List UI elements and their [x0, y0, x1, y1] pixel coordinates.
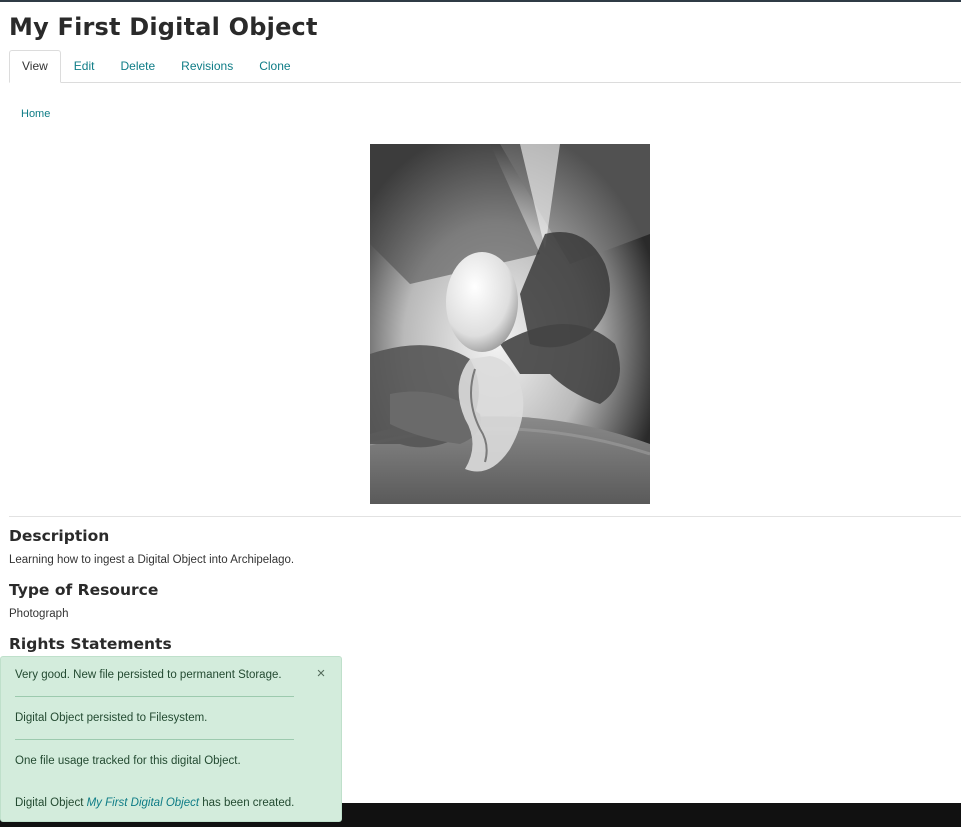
- message-divider: [15, 696, 294, 697]
- created-prefix: Digital Object: [15, 797, 84, 809]
- page-title: My First Digital Object: [9, 13, 318, 41]
- tab-clone[interactable]: Clone: [246, 59, 303, 82]
- photograph-illustration: [370, 144, 650, 504]
- description-label: Description: [9, 527, 110, 545]
- tab-delete[interactable]: Delete: [107, 59, 168, 82]
- status-messages: × Very good. New file persisted to perma…: [0, 656, 342, 822]
- close-icon[interactable]: ×: [314, 666, 328, 681]
- type-of-resource-label: Type of Resource: [9, 581, 159, 599]
- created-suffix: has been created.: [202, 797, 295, 809]
- digital-object-image: [370, 144, 650, 504]
- section-divider: [9, 516, 961, 517]
- description-value: Learning how to ingest a Digital Object …: [9, 554, 295, 566]
- tab-edit[interactable]: Edit: [61, 59, 108, 82]
- message-divider: [15, 739, 294, 740]
- breadcrumb-home[interactable]: Home: [21, 108, 50, 120]
- created-object-link[interactable]: My First Digital Object: [87, 797, 199, 809]
- status-message: Digital Object persisted to Filesystem.: [15, 712, 208, 724]
- status-message: Very good. New file persisted to permane…: [15, 669, 282, 681]
- type-of-resource-value: Photograph: [9, 608, 69, 620]
- tab-view[interactable]: View: [9, 50, 61, 83]
- status-message-created: Digital Object My First Digital Object h…: [15, 796, 294, 810]
- tab-revisions[interactable]: Revisions: [168, 59, 246, 82]
- local-tasks-tabs: View Edit Delete Revisions Clone: [9, 50, 961, 83]
- status-message: One file usage tracked for this digital …: [15, 755, 241, 767]
- rights-statements-label: Rights Statements: [9, 635, 172, 653]
- top-border: [0, 0, 961, 2]
